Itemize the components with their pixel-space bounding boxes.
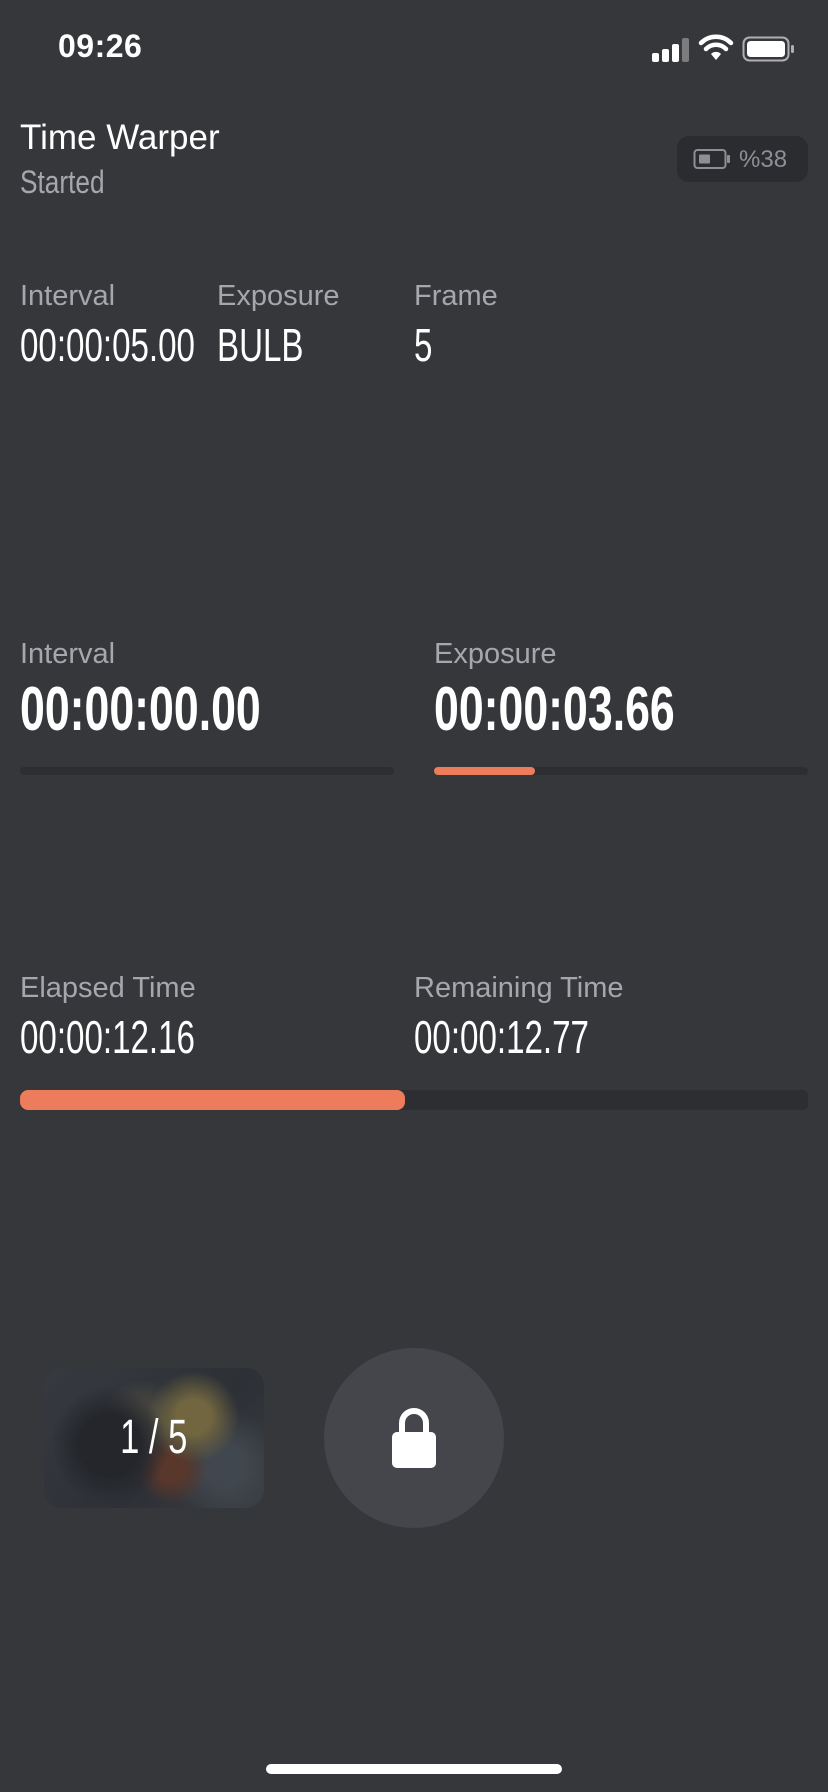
- remaining-time-value: 00:00:12.77: [414, 1011, 589, 1063]
- session-status: Started: [20, 164, 105, 200]
- setting-interval-value: 00:00:05.00: [20, 319, 195, 371]
- remaining-time-label: Remaining Time: [414, 972, 624, 1004]
- frame-counter: 1 / 5: [44, 1410, 264, 1465]
- setting-frame-label: Frame: [414, 280, 498, 312]
- interval-countdown-value: 00:00:00.00: [20, 675, 261, 744]
- session-progress-bar: [20, 1090, 808, 1110]
- elapsed-time-value: 00:00:12.16: [20, 1011, 195, 1063]
- exposure-countdown-label: Exposure: [434, 638, 557, 670]
- wifi-icon: [698, 34, 734, 62]
- interval-progress-bar: [20, 767, 394, 775]
- setting-exposure-value: BULB: [217, 319, 304, 371]
- elapsed-time-label: Elapsed Time: [20, 972, 196, 1004]
- battery-outline-icon: [693, 148, 731, 175]
- exposure-progress-bar: [434, 767, 808, 775]
- frame-preview-thumbnail[interactable]: 1 / 5: [44, 1368, 264, 1508]
- status-bar-time: 09:26: [58, 28, 143, 64]
- frame-counter-text: 1 / 5: [120, 1411, 188, 1464]
- setting-exposure-label: Exposure: [217, 280, 340, 312]
- lock-icon: [390, 1406, 438, 1475]
- session-progress-fill: [20, 1090, 405, 1110]
- lock-button[interactable]: [324, 1348, 504, 1528]
- device-battery-badge: %38: [677, 136, 808, 182]
- home-indicator[interactable]: [266, 1764, 562, 1774]
- interval-countdown-label: Interval: [20, 638, 116, 670]
- app-title: Time Warper: [20, 118, 220, 157]
- setting-interval-label: Interval: [20, 280, 116, 312]
- exposure-countdown-value: 00:00:03.66: [434, 675, 675, 744]
- battery-icon: [742, 36, 796, 62]
- setting-frame-value: 5: [414, 319, 433, 371]
- device-battery-percent: %38: [739, 146, 788, 173]
- exposure-progress-fill: [434, 767, 535, 775]
- cellular-signal-icon: [652, 38, 692, 62]
